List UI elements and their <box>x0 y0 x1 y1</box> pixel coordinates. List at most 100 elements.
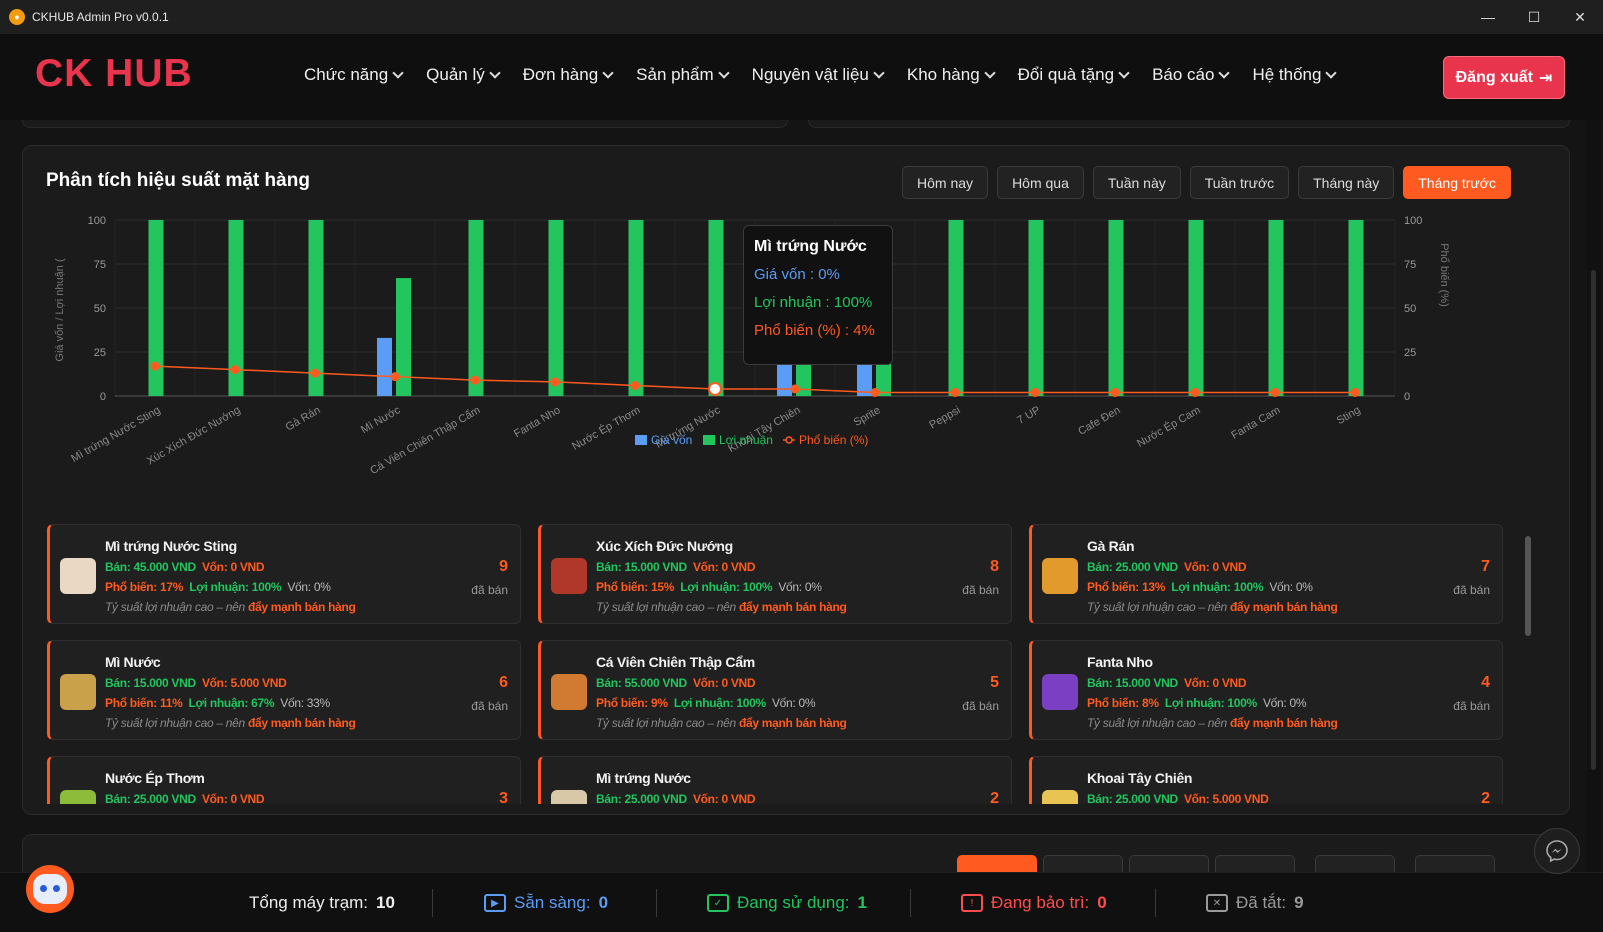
page-scrollbar[interactable] <box>1587 120 1601 932</box>
menu-nguyen-vat-lieu[interactable]: Nguyên vật liệu <box>752 65 885 85</box>
cost-price: Vốn: 0 VND <box>1183 676 1247 690</box>
menu-kho-hang[interactable]: Kho hàng <box>907 65 996 85</box>
x-tick-label: Nước Ép Cam <box>1135 403 1203 450</box>
cards-scroll-thumb[interactable] <box>1525 536 1531 636</box>
profit-pct: Lợi nhuận: 100% <box>1171 580 1264 594</box>
stat-maintenance: ! Đang bảo trì: 0 <box>961 893 1107 913</box>
sell-price: Bán: 15.000 VND <box>596 560 687 574</box>
sold-label: đã bán <box>471 699 508 713</box>
x-tick-label: Peppsi <box>927 404 962 431</box>
product-card[interactable]: Khoai Tây Chiên Bán: 25.000 VND Vốn: 5.00… <box>1029 756 1503 804</box>
product-card[interactable]: Mì trứng Nước Sting Bán: 45.000 VND Vốn: … <box>47 524 521 624</box>
popularity: Phổ biến: 11% <box>105 696 183 710</box>
popularity-point <box>230 365 240 375</box>
stat-off: ✕ Đã tắt: 9 <box>1206 893 1304 913</box>
y2-tick-label: 75 <box>1404 259 1416 271</box>
stat-total: Tổng máy trạm: 10 <box>249 893 395 913</box>
price-line: Bán: 15.000 VND Vốn: 0 VND <box>596 560 756 574</box>
menu-don-hang[interactable]: Đơn hàng <box>523 65 614 85</box>
product-card[interactable]: Cá Viên Chiên Thập Cẩm Bán: 55.000 VND Vố… <box>538 640 1012 740</box>
recommendation: Tỷ suất lợi nhuận cao – nên đẩy mạnh bán… <box>1087 716 1338 730</box>
x-tick-label: Cafe Đen <box>1076 404 1122 438</box>
legend-swatch-profit <box>703 435 715 445</box>
price-line: Bán: 25.000 VND Vốn: 0 VND <box>1087 560 1247 574</box>
chevron-down-icon <box>983 67 996 79</box>
ratio-line: Phổ biến: 17% Lợi nhuận: 100% Vốn: 0% <box>105 580 331 594</box>
chevron-down-icon <box>602 67 614 79</box>
x-tick-label: Gà Rán <box>284 404 323 433</box>
close-button[interactable]: ✕ <box>1557 0 1603 34</box>
sell-price: Bán: 15.000 VND <box>105 676 196 690</box>
sell-price: Bán: 55.000 VND <box>596 676 687 690</box>
legend-swatch-cost <box>635 435 647 445</box>
price-line: Bán: 25.000 VND Vốn: 0 VND <box>105 792 265 804</box>
cost-price: Vốn: 5.000 VND <box>1183 792 1269 804</box>
cost-pct: Vốn: 0% <box>778 580 822 594</box>
bar-profit <box>1028 220 1044 396</box>
recommendation-action: đẩy mạnh bán hàng <box>1229 600 1338 614</box>
legend-label-popularity: Phổ biến (%) <box>799 433 868 447</box>
menu-doi-qua-tang[interactable]: Đổi quà tặng <box>1018 65 1130 85</box>
y2-axis-title: Phổ biến (%) <box>1438 243 1450 307</box>
divider <box>1155 889 1156 917</box>
messenger-icon[interactable] <box>1534 828 1580 874</box>
cost-pct: Vốn: 0% <box>771 696 816 710</box>
sold-label: đã bán <box>962 699 999 713</box>
product-thumbnail <box>1042 558 1078 594</box>
product-thumbnail <box>551 674 587 710</box>
product-card[interactable]: Mì Nước Bán: 15.000 VND Vốn: 5.000 VND Phổ… <box>47 640 521 740</box>
recommendation: Tỷ suất lợi nhuận cao – nên đẩy mạnh bán… <box>105 716 356 730</box>
popularity-point <box>1270 387 1280 397</box>
popularity-point <box>790 384 800 394</box>
price-line: Bán: 15.000 VND Vốn: 0 VND <box>1087 676 1247 690</box>
menu-san-pham[interactable]: Sản phẩm <box>636 65 730 85</box>
menu-bao-cao[interactable]: Báo cáo <box>1152 65 1231 85</box>
product-card[interactable]: Gà Rán Bán: 25.000 VND Vốn: 0 VND Phổ biến… <box>1029 524 1503 624</box>
minimize-button[interactable]: — <box>1465 0 1511 34</box>
stat-off-value: 9 <box>1294 893 1304 912</box>
popularity-point <box>630 380 640 390</box>
chatbot-avatar-icon[interactable] <box>26 865 74 913</box>
tooltip-popularity: Phổ biến (%) : 4% <box>754 322 875 339</box>
product-thumbnail <box>1042 674 1078 710</box>
popularity-point <box>390 372 400 382</box>
stat-maintenance-label: Đang bảo trì: <box>991 893 1090 912</box>
page-scroll-thumb[interactable] <box>1591 270 1596 770</box>
sell-price: Bán: 25.000 VND <box>1087 792 1178 804</box>
cards-scrollbar[interactable] <box>1525 526 1531 796</box>
product-card[interactable]: Xúc Xích Đức Nướng Bán: 15.000 VND Vốn: 0… <box>538 524 1012 624</box>
product-name: Nước Ép Thơm <box>105 770 205 786</box>
x-tick-label: Nước Ép Thơm <box>570 403 643 453</box>
product-card[interactable]: Mì trứng Nước Bán: 25.000 VND Vốn: 0 VND … <box>538 756 1012 804</box>
product-thumbnail <box>60 674 96 710</box>
popularity-point <box>870 387 880 397</box>
menu-label: Quản lý <box>426 65 485 84</box>
legend-label-cost: Giá vốn <box>651 433 692 447</box>
monitor-off-icon: ✕ <box>1206 894 1228 912</box>
sold-count: 9 <box>499 558 508 575</box>
menu-he-thong[interactable]: Hệ thống <box>1252 65 1338 85</box>
popularity: Phổ biến: 17% <box>105 580 184 594</box>
window-title: CKHUB Admin Pro v0.0.1 <box>32 10 169 24</box>
maximize-button[interactable]: ☐ <box>1511 0 1557 34</box>
upper-panel-right <box>808 120 1570 128</box>
profit-pct: Lợi nhuận: 100% <box>680 580 773 594</box>
menu-quan-ly[interactable]: Quản lý <box>426 65 501 85</box>
tooltip-profit: Lợi nhuận : 100% <box>754 294 873 311</box>
menu-label: Báo cáo <box>1152 65 1215 84</box>
bar-profit <box>1268 220 1284 396</box>
logout-button[interactable]: Đăng xuất ⇥ <box>1443 56 1565 99</box>
app-logo[interactable]: CK HUB <box>35 52 193 96</box>
menu-chuc-nang[interactable]: Chức năng <box>304 65 404 85</box>
recommendation-action: đẩy mạnh bán hàng <box>247 716 356 730</box>
stat-maintenance-value: 0 <box>1097 893 1107 912</box>
monitor-play-icon: ▶ <box>484 894 506 912</box>
product-card[interactable]: Nước Ép Thơm Bán: 25.000 VND Vốn: 0 VND 3 <box>47 756 521 804</box>
divider <box>656 889 657 917</box>
popularity-point <box>1110 387 1120 397</box>
sold-count: 7 <box>1481 558 1490 575</box>
x-tick-label: Sprite <box>852 404 883 429</box>
popularity-point <box>150 361 160 371</box>
product-name: Gà Rán <box>1087 538 1135 554</box>
product-card[interactable]: Fanta Nho Bán: 15.000 VND Vốn: 0 VND Phổ b… <box>1029 640 1503 740</box>
